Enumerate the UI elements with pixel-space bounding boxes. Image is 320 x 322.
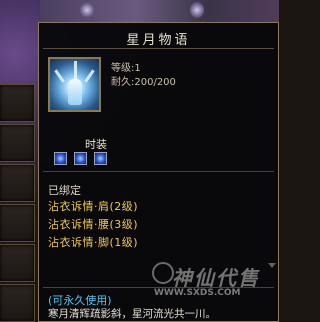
site-watermark: 神仙代售 WWW.SXDS.COM bbox=[152, 258, 276, 308]
set-bonus-line: 沾衣诉情·肩(2级) bbox=[48, 200, 139, 213]
bound-status: 已绑定 bbox=[48, 184, 81, 197]
item-level: 等级:1 bbox=[111, 63, 141, 74]
flavor-text: 寒月清辉疏影斜，星河流光共一川。 bbox=[48, 308, 216, 320]
item-durability: 耐久:200/200 bbox=[111, 77, 176, 88]
inventory-slot[interactable] bbox=[0, 204, 35, 242]
watermark-text: 神仙代售 bbox=[172, 266, 260, 290]
inventory-slot[interactable] bbox=[0, 84, 35, 122]
blue-gem-icon bbox=[54, 152, 67, 165]
blue-gem-icon bbox=[74, 152, 88, 165]
divider bbox=[43, 48, 274, 49]
divider bbox=[43, 171, 274, 172]
ice-costume-icon bbox=[48, 57, 101, 112]
inventory-slot[interactable] bbox=[0, 164, 35, 202]
set-bonus-line: 沾衣诉情·腰(3级) bbox=[48, 218, 139, 231]
set-bonus-line: 沾衣诉情·脚(1级) bbox=[48, 236, 139, 249]
blue-gem-icon bbox=[94, 152, 108, 165]
inventory-slot[interactable] bbox=[0, 244, 35, 282]
watermark-url: WWW.SXDS.COM bbox=[154, 288, 241, 298]
ornament-icon bbox=[190, 2, 204, 18]
top-decoration-strip bbox=[40, 0, 279, 22]
inventory-slot[interactable] bbox=[0, 284, 35, 322]
ornament-icon bbox=[80, 2, 94, 18]
gem-slot-row bbox=[54, 150, 109, 166]
item-name: 星月物语 bbox=[126, 33, 191, 48]
watermark-logo-icon bbox=[152, 262, 174, 284]
inventory-slot[interactable] bbox=[0, 124, 35, 162]
